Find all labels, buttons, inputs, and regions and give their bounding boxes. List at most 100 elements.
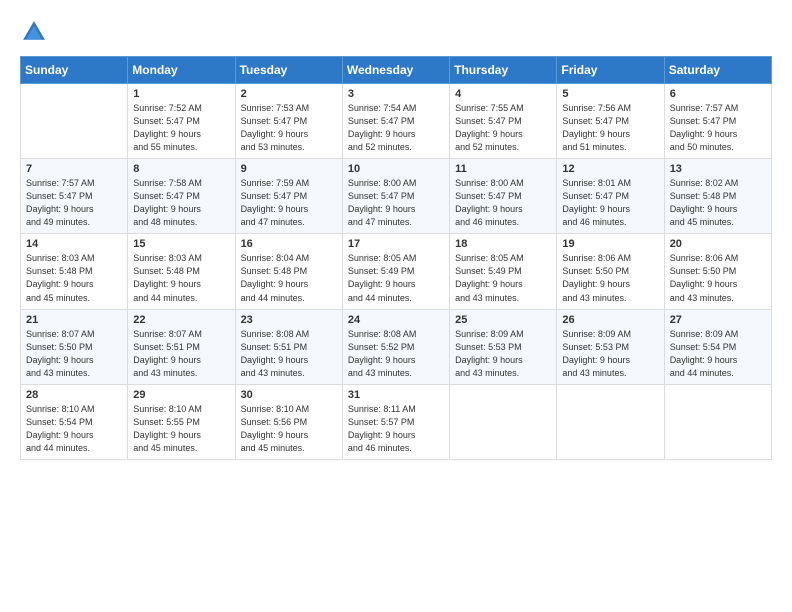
day-detail: Sunrise: 7:54 AMSunset: 5:47 PMDaylight:…: [348, 102, 444, 154]
day-detail: Sunrise: 8:05 AMSunset: 5:49 PMDaylight:…: [455, 252, 551, 304]
day-number: 25: [455, 314, 551, 326]
day-number: 21: [26, 314, 122, 326]
calendar-cell: [664, 384, 771, 459]
calendar-cell: 6 Sunrise: 7:57 AMSunset: 5:47 PMDaylight…: [664, 84, 771, 159]
day-detail: Sunrise: 8:06 AMSunset: 5:50 PMDaylight:…: [670, 252, 766, 304]
day-number: 12: [562, 163, 658, 175]
day-number: 31: [348, 389, 444, 401]
calendar-week-row: 21 Sunrise: 8:07 AMSunset: 5:50 PMDayligh…: [21, 309, 772, 384]
day-number: 8: [133, 163, 229, 175]
day-number: 23: [241, 314, 337, 326]
day-number: 3: [348, 88, 444, 100]
day-number: 22: [133, 314, 229, 326]
calendar-cell: 8Sunrise: 7:58 AMSunset: 5:47 PMDaylight…: [128, 159, 235, 234]
calendar-cell: 2 Sunrise: 7:53 AMSunset: 5:47 PMDaylight…: [235, 84, 342, 159]
day-detail: Sunrise: 7:56 AMSunset: 5:47 PMDaylight:…: [562, 102, 658, 154]
day-number: 18: [455, 238, 551, 250]
calendar-cell: 20 Sunrise: 8:06 AMSunset: 5:50 PMDayligh…: [664, 234, 771, 309]
calendar-cell: 22 Sunrise: 8:07 AMSunset: 5:51 PMDayligh…: [128, 309, 235, 384]
weekday-header: Sunday: [21, 57, 128, 84]
day-number: 30: [241, 389, 337, 401]
day-number: 24: [348, 314, 444, 326]
calendar-cell: 16 Sunrise: 8:04 AMSunset: 5:48 PMDayligh…: [235, 234, 342, 309]
day-detail: Sunrise: 7:57 AMSunset: 5:47 PMDaylight:…: [26, 177, 122, 229]
day-detail: Sunrise: 8:05 AMSunset: 5:49 PMDaylight:…: [348, 252, 444, 304]
day-detail: Sunrise: 8:10 AMSunset: 5:56 PMDaylight:…: [241, 403, 337, 455]
calendar-cell: 4Sunrise: 7:55 AMSunset: 5:47 PMDaylight…: [450, 84, 557, 159]
day-detail: Sunrise: 8:03 AMSunset: 5:48 PMDaylight:…: [133, 252, 229, 304]
calendar-cell: 17 Sunrise: 8:05 AMSunset: 5:49 PMDayligh…: [342, 234, 449, 309]
calendar-cell: 3 Sunrise: 7:54 AMSunset: 5:47 PMDaylight…: [342, 84, 449, 159]
day-detail: Sunrise: 7:59 AMSunset: 5:47 PMDaylight:…: [241, 177, 337, 229]
day-number: 27: [670, 314, 766, 326]
calendar-cell: 18 Sunrise: 8:05 AMSunset: 5:49 PMDayligh…: [450, 234, 557, 309]
calendar-header-row: SundayMondayTuesdayWednesdayThursdayFrid…: [21, 57, 772, 84]
calendar-cell: 21 Sunrise: 8:07 AMSunset: 5:50 PMDayligh…: [21, 309, 128, 384]
day-number: 17: [348, 238, 444, 250]
weekday-header: Monday: [128, 57, 235, 84]
calendar-cell: 29 Sunrise: 8:10 AMSunset: 5:55 PMDayligh…: [128, 384, 235, 459]
day-detail: Sunrise: 8:00 AMSunset: 5:47 PMDaylight:…: [348, 177, 444, 229]
calendar-cell: 30 Sunrise: 8:10 AMSunset: 5:56 PMDayligh…: [235, 384, 342, 459]
day-detail: Sunrise: 8:10 AMSunset: 5:54 PMDaylight:…: [26, 403, 122, 455]
day-number: 11: [455, 163, 551, 175]
day-number: 14: [26, 238, 122, 250]
day-number: 9: [241, 163, 337, 175]
day-detail: Sunrise: 8:07 AMSunset: 5:50 PMDaylight:…: [26, 328, 122, 380]
day-detail: Sunrise: 8:10 AMSunset: 5:55 PMDaylight:…: [133, 403, 229, 455]
day-detail: Sunrise: 8:04 AMSunset: 5:48 PMDaylight:…: [241, 252, 337, 304]
weekday-header: Thursday: [450, 57, 557, 84]
calendar-cell: 15 Sunrise: 8:03 AMSunset: 5:48 PMDayligh…: [128, 234, 235, 309]
calendar-week-row: 14 Sunrise: 8:03 AMSunset: 5:48 PMDayligh…: [21, 234, 772, 309]
day-detail: Sunrise: 8:09 AMSunset: 5:53 PMDaylight:…: [455, 328, 551, 380]
day-number: 26: [562, 314, 658, 326]
calendar-cell: 19 Sunrise: 8:06 AMSunset: 5:50 PMDayligh…: [557, 234, 664, 309]
day-detail: Sunrise: 8:06 AMSunset: 5:50 PMDaylight:…: [562, 252, 658, 304]
logo: [20, 18, 52, 46]
calendar-cell: 26 Sunrise: 8:09 AMSunset: 5:53 PMDayligh…: [557, 309, 664, 384]
weekday-header: Wednesday: [342, 57, 449, 84]
day-number: 15: [133, 238, 229, 250]
day-number: 6: [670, 88, 766, 100]
day-detail: Sunrise: 8:02 AMSunset: 5:48 PMDaylight:…: [670, 177, 766, 229]
calendar-cell: [450, 384, 557, 459]
day-number: 2: [241, 88, 337, 100]
day-detail: Sunrise: 8:09 AMSunset: 5:53 PMDaylight:…: [562, 328, 658, 380]
page: SundayMondayTuesdayWednesdayThursdayFrid…: [0, 0, 792, 612]
day-number: 19: [562, 238, 658, 250]
calendar-cell: 25 Sunrise: 8:09 AMSunset: 5:53 PMDayligh…: [450, 309, 557, 384]
day-number: 28: [26, 389, 122, 401]
day-number: 10: [348, 163, 444, 175]
calendar-week-row: 1Sunrise: 7:52 AMSunset: 5:47 PMDaylight…: [21, 84, 772, 159]
day-number: 7: [26, 163, 122, 175]
day-detail: Sunrise: 8:03 AMSunset: 5:48 PMDaylight:…: [26, 252, 122, 304]
logo-icon: [20, 18, 48, 46]
calendar-cell: 10 Sunrise: 8:00 AMSunset: 5:47 PMDayligh…: [342, 159, 449, 234]
day-number: 5: [562, 88, 658, 100]
calendar-cell: 31 Sunrise: 8:11 AMSunset: 5:57 PMDayligh…: [342, 384, 449, 459]
day-detail: Sunrise: 7:53 AMSunset: 5:47 PMDaylight:…: [241, 102, 337, 154]
calendar: SundayMondayTuesdayWednesdayThursdayFrid…: [20, 56, 772, 460]
weekday-header: Tuesday: [235, 57, 342, 84]
calendar-cell: 23 Sunrise: 8:08 AMSunset: 5:51 PMDayligh…: [235, 309, 342, 384]
calendar-week-row: 7 Sunrise: 7:57 AMSunset: 5:47 PMDaylight…: [21, 159, 772, 234]
calendar-cell: 12Sunrise: 8:01 AMSunset: 5:47 PMDayligh…: [557, 159, 664, 234]
day-detail: Sunrise: 8:07 AMSunset: 5:51 PMDaylight:…: [133, 328, 229, 380]
day-detail: Sunrise: 8:08 AMSunset: 5:52 PMDaylight:…: [348, 328, 444, 380]
day-number: 4: [455, 88, 551, 100]
day-detail: Sunrise: 8:11 AMSunset: 5:57 PMDaylight:…: [348, 403, 444, 455]
day-number: 20: [670, 238, 766, 250]
calendar-cell: 9 Sunrise: 7:59 AMSunset: 5:47 PMDaylight…: [235, 159, 342, 234]
calendar-cell: 1Sunrise: 7:52 AMSunset: 5:47 PMDaylight…: [128, 84, 235, 159]
day-number: 1: [133, 88, 229, 100]
day-detail: Sunrise: 7:57 AMSunset: 5:47 PMDaylight:…: [670, 102, 766, 154]
calendar-cell: 11Sunrise: 8:00 AMSunset: 5:47 PMDayligh…: [450, 159, 557, 234]
day-number: 13: [670, 163, 766, 175]
calendar-cell: 28 Sunrise: 8:10 AMSunset: 5:54 PMDayligh…: [21, 384, 128, 459]
calendar-cell: [557, 384, 664, 459]
day-detail: Sunrise: 8:09 AMSunset: 5:54 PMDaylight:…: [670, 328, 766, 380]
day-number: 29: [133, 389, 229, 401]
day-number: 16: [241, 238, 337, 250]
day-detail: Sunrise: 8:08 AMSunset: 5:51 PMDaylight:…: [241, 328, 337, 380]
calendar-cell: 7 Sunrise: 7:57 AMSunset: 5:47 PMDaylight…: [21, 159, 128, 234]
